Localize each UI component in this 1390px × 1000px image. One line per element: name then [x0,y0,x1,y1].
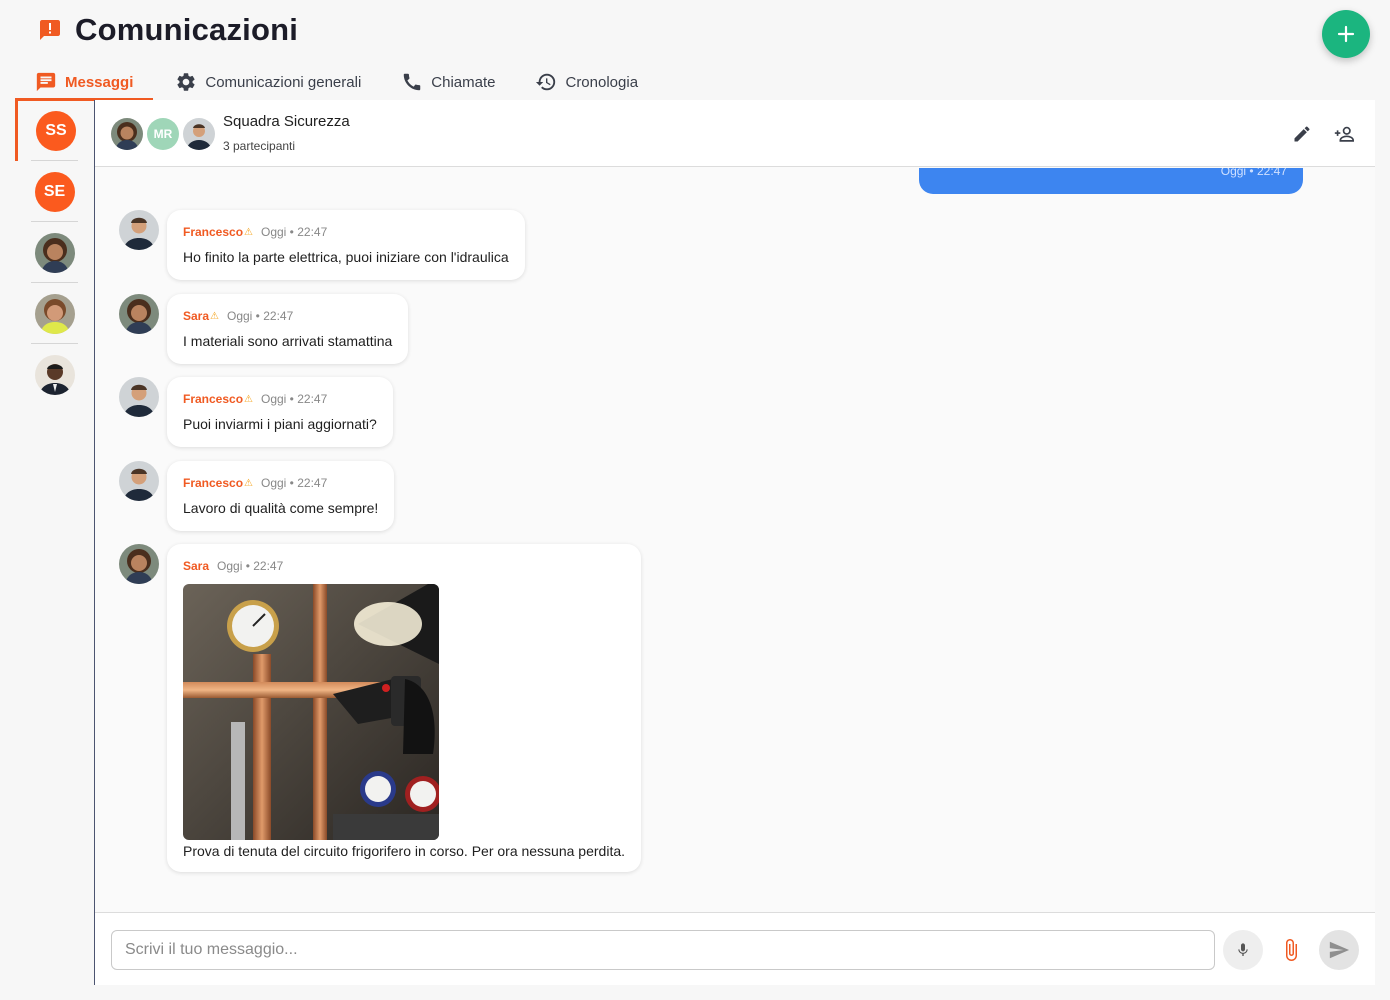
message-time: Oggi • 22:47 [227,309,294,323]
woman-avatar [111,118,143,150]
message-text: Lavoro di qualità come sempre! [183,500,379,516]
warning-icon: ⚠ [244,226,253,238]
page-title: Comunicazioni [75,12,299,47]
participants-count: 3 partecipanti [223,139,296,153]
tab-bar: Messaggi Comunicazioni generali Chiamate… [15,64,658,101]
chat-header: MR Squadra Sicurezza 3 partecipanti [95,100,1375,167]
message-text: Puoi inviarmi i piani aggiornati? [183,416,377,432]
tab-label: Chiamate [431,73,496,91]
message-time: Oggi • 22:47 [261,392,328,406]
message-time: Oggi • 22:47 [1220,168,1287,178]
tab-label: Messaggi [65,73,134,91]
tab-messaggi[interactable]: Messaggi [15,64,154,101]
man-avatar [119,210,159,250]
tab-comunicazioni-generali[interactable]: Comunicazioni generali [155,64,381,100]
outgoing-message: Oggi • 22:47 [919,168,1303,194]
add-participant-button[interactable] [1332,122,1356,146]
message-bubble: Sara Oggi • 22:47 Prova di tenuta del ci… [167,544,642,872]
woman-avatar [119,544,159,584]
paperclip-icon [1286,939,1297,961]
chat-name: Squadra Sicurezza [223,113,350,130]
woman-avatar [119,294,159,334]
alert-message-icon [38,18,62,42]
voice-message-button[interactable] [1223,930,1263,970]
warning-icon: ⚠ [244,477,253,489]
app-header: Comunicazioni [0,0,1390,62]
gear-icon [177,73,195,91]
plus-icon [1337,25,1355,43]
tab-cronologia[interactable]: Cronologia [515,64,658,100]
phone-icon [404,73,421,91]
message-time: Oggi • 22:47 [217,559,284,573]
sender-name: Sara [183,309,210,323]
pressure-gauge-photo[interactable] [183,584,439,840]
man-avatar [119,461,159,501]
microphone-icon [1238,943,1248,956]
man-avatar [119,377,159,417]
tab-label: Cronologia [565,73,639,91]
chat-panel: MR Squadra Sicurezza 3 partecipanti Oggi… [95,100,1375,985]
person-add-icon [1334,126,1354,142]
conversation-initials: SS [36,110,76,151]
conversation-initials: SE [34,171,75,212]
message-text: Prova di tenuta del circuito frigorifero… [183,843,626,859]
conversation-item-woman-vest[interactable] [15,283,94,344]
new-conversation-button[interactable] [1322,10,1370,58]
message-time: Oggi • 22:47 [261,476,328,490]
man-avatar [183,118,215,150]
message-bubble: Sara ⚠ Oggi • 22:47 I materiali sono arri… [167,294,409,364]
woman-avatar [34,232,75,273]
woman-vest-avatar [34,293,75,334]
message-bubble: Francesco ⚠ Oggi • 22:47 Puoi inviarmi i … [167,377,393,447]
message-text: I materiali sono arrivati stamattina [183,333,393,349]
message-time: Oggi • 22:47 [261,225,328,239]
sender-name: Francesco [183,392,244,406]
conversation-list: SS SE [15,100,95,985]
message-text: Ho finito la parte elettrica, puoi inizi… [183,249,509,265]
send-icon [1329,941,1350,959]
composer [95,912,1375,985]
conversation-item-se[interactable]: SE [15,161,94,222]
warning-icon: ⚠ [244,393,253,405]
sender-name: Francesco [183,225,244,239]
pencil-icon [1294,126,1310,142]
attach-file-button[interactable] [1271,930,1311,970]
conversation-item-ss[interactable]: SS [15,100,94,161]
message-bubble: Francesco ⚠ Oggi • 22:47 Ho finito la par… [167,210,525,280]
participant-initials: MR [147,118,179,150]
conversation-item-man[interactable] [15,344,94,405]
tab-chiamate[interactable]: Chiamate [381,64,515,100]
message-icon [36,72,56,92]
tab-label: Comunicazioni generali [205,73,362,91]
sender-name: Sara [183,559,210,573]
warning-icon: ⚠ [210,310,219,322]
history-icon [536,73,556,91]
conversation-item-woman[interactable] [15,222,94,283]
message-bubble: Francesco ⚠ Oggi • 22:47 Lavoro di qualit… [167,461,395,531]
sender-name: Francesco [183,476,244,490]
edit-chat-button[interactable] [1290,122,1314,146]
message-input[interactable] [111,930,1215,970]
message-list: Oggi • 22:47 Francesco ⚠ Oggi • 22:47 Ho … [95,168,1375,912]
man-avatar [34,354,75,395]
send-button[interactable] [1319,930,1359,970]
